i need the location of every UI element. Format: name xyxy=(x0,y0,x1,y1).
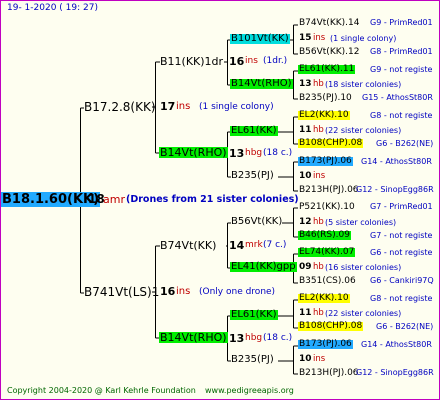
gen3-label-4: B235(PJ) xyxy=(231,170,274,181)
gen4-info-15: G7 - not registe xyxy=(370,231,433,240)
pedigree-page: 19- 1-2020 ( 19: 27) B18.1.60(KK) 18 amr… xyxy=(0,0,440,400)
gen4-info-13: G7 - PrimRed01 xyxy=(370,202,433,211)
gen4-info-22: G14 - AthosSt80R xyxy=(361,340,432,349)
gen4-info-7: G8 - not registe xyxy=(370,111,433,120)
gen4-label-6: B235(PJ).10 xyxy=(299,93,352,103)
gen4-label-18: B351(CS).06 xyxy=(299,276,356,286)
gen1-note-2: (Only one drone) xyxy=(199,287,276,297)
gen4-label-1: B74Vt(KK).14 xyxy=(299,18,360,28)
connector-g3-5 xyxy=(282,207,298,238)
gen4-info-9: G6 - B262(NE) xyxy=(376,139,434,148)
root-note: (Drones from 21 sister colonies) xyxy=(126,194,299,205)
gen2-count-4: 13 xyxy=(229,332,245,345)
gen3-label-1: B101Vt(KK) xyxy=(230,33,290,44)
gen3-label-3: EL61(KK) xyxy=(230,125,278,136)
gen4-count-14: 12 xyxy=(299,217,312,227)
gen2-label-4: B14Vt(RHO) xyxy=(159,331,228,344)
gen4-abbr-8: hb xyxy=(313,125,324,135)
gen4-abbr-11: ins xyxy=(313,171,326,181)
gen4-info-16: G6 - not registe xyxy=(370,248,433,257)
gen4-info-24: G12 - SinopEgg86R xyxy=(356,368,434,377)
gen2-note-2: (18 c.) xyxy=(263,148,293,158)
connector-g3-3 xyxy=(278,116,298,145)
gen1-note-1: (1 single colony) xyxy=(199,102,274,112)
gen4-info-1: G9 - PrimRed01 xyxy=(370,18,433,27)
gen4-label-3: B56Vt(KK).12 xyxy=(299,47,360,57)
root-abbr: amr xyxy=(103,193,125,206)
date-stamp: 19- 1-2020 ( 19: 27) xyxy=(7,3,98,13)
gen4-label-21: B108(CHP).08 xyxy=(298,321,364,331)
gen4-label-13: P521(KK).10 xyxy=(299,202,355,212)
gen4-label-15: B46(RS).09 xyxy=(298,230,351,240)
connector-g3-4 xyxy=(278,161,298,192)
gen4-info-12: G12 - SinopEgg86R xyxy=(356,185,434,194)
gen2-abbr-4: hbg xyxy=(245,333,263,343)
gen4-info-21: G6 - B262(NE) xyxy=(376,322,434,331)
gen4-abbr-17: hb xyxy=(313,262,324,272)
gen4-label-4: EL61(KK).11 xyxy=(298,64,356,74)
gen4-note-8: (22 sister colonies) xyxy=(325,126,402,135)
gen2-abbr-2: hbg xyxy=(245,148,263,158)
gen3-label-2: B14Vt(RHO) xyxy=(230,78,293,89)
gen3-label-7: EL61(KK) xyxy=(230,309,278,320)
gen1-label-1: B17.2.8(KK) xyxy=(84,100,156,114)
gen2-count-1: 16 xyxy=(229,55,245,68)
gen4-count-5: 13 xyxy=(299,79,312,89)
gen4-note-14: (5 sister colonies) xyxy=(325,218,397,227)
gen2-label-1: B11(KK)1dr xyxy=(160,55,224,68)
gen4-abbr-14: hb xyxy=(313,217,324,227)
gen4-abbr-5: hb xyxy=(313,79,324,89)
gen2-label-2: B14Vt(RHO) xyxy=(159,146,228,159)
gen2-note-1: (1dr.) xyxy=(263,56,288,66)
gen4-note-20: (22 sister colonies) xyxy=(325,309,402,318)
copyright-text: Copyright 2004-2020 @ Karl Kehrle Founda… xyxy=(7,386,196,395)
gen3-label-8: B235(PJ) xyxy=(231,354,274,365)
gen4-count-2: 15 xyxy=(299,33,312,43)
gen4-info-10: G14 - AthosSt80R xyxy=(361,157,432,166)
gen4-count-20: 11 xyxy=(299,308,312,318)
gen3-label-6: EL41(KK)gpp xyxy=(230,261,297,272)
gen4-abbr-23: ins xyxy=(313,354,326,364)
gen4-info-4: G9 - not registe xyxy=(370,65,433,74)
gen4-info-18: G6 - Cankiri97Q xyxy=(370,276,434,285)
gen2-count-2: 13 xyxy=(229,147,245,160)
gen4-abbr-2: ins xyxy=(313,33,326,43)
gen1-label-2: B741Vt(LS)1 xyxy=(84,285,160,299)
gen4-label-7: EL2(KK).10 xyxy=(298,110,350,120)
gen4-count-8: 11 xyxy=(299,125,312,135)
gen4-count-11: 10 xyxy=(299,171,312,181)
gen3-label-5: B56Vt(KK) xyxy=(231,216,283,227)
gen1-abbr-1: ins xyxy=(176,101,191,112)
gen4-count-17: 09 xyxy=(299,262,312,272)
gen4-note-2: (1 single colony) xyxy=(330,34,397,43)
gen4-note-17: (16 sister colonies) xyxy=(325,263,402,272)
gen4-count-23: 10 xyxy=(299,354,312,364)
gen4-label-24: B213H(PJ).06 xyxy=(299,368,359,378)
gen2-note-4: (18 c.) xyxy=(263,333,293,343)
gen4-abbr-20: hb xyxy=(313,308,324,318)
connector-g3-8 xyxy=(278,345,298,375)
gen2-label-3: B74Vt(KK) xyxy=(160,239,217,252)
gen2-abbr-3: mrk xyxy=(245,240,263,250)
site-url[interactable]: www.pedigreeapis.org xyxy=(205,387,294,395)
connector-g3-7 xyxy=(278,299,298,329)
gen4-label-22: B173(PJ).06 xyxy=(298,339,353,349)
gen4-label-16: EL74(KK).07 xyxy=(298,247,356,257)
root-queen-label: B18.1.60(KK) xyxy=(1,192,101,207)
gen4-label-9: B108(CHP).08 xyxy=(298,138,364,148)
gen4-label-19: EL2(KK).10 xyxy=(298,293,350,303)
gen2-note-3: (7 c.) xyxy=(263,240,287,250)
gen1-count-2: 16 xyxy=(160,285,176,298)
gen4-info-6: G15 - AthosSt80R xyxy=(362,93,433,102)
gen4-info-3: G8 - PrimRed01 xyxy=(370,47,433,56)
gen4-note-5: (18 sister colonies) xyxy=(325,80,402,89)
connector-g3-1 xyxy=(289,24,298,55)
gen4-label-10: B173(PJ).06 xyxy=(298,156,353,166)
gen2-abbr-1: ins xyxy=(245,56,258,66)
gen1-abbr-2: ins xyxy=(176,286,191,297)
gen4-info-19: G8 - not registe xyxy=(370,294,433,303)
gen4-label-12: B213H(PJ).06 xyxy=(299,185,359,195)
gen2-count-3: 14 xyxy=(229,239,245,252)
gen1-count-1: 17 xyxy=(160,100,176,113)
